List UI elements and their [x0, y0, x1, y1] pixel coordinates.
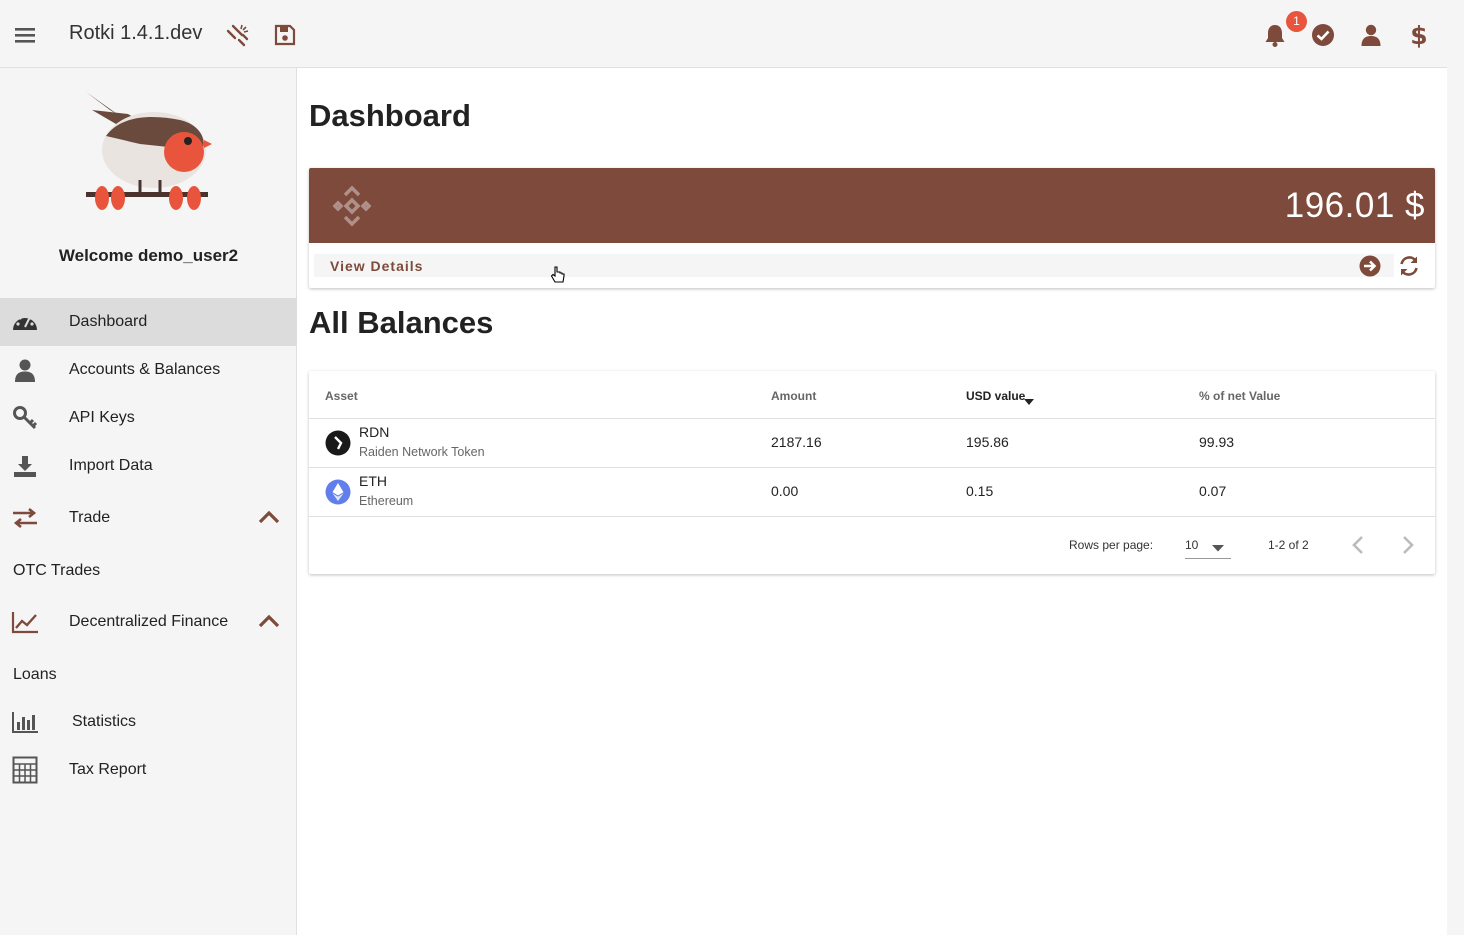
dollar-icon[interactable]: $ — [1404, 20, 1434, 50]
sidebar-item-accounts-balances[interactable]: Accounts & Balances — [0, 346, 297, 394]
sidebar-item-label: Decentralized Finance — [69, 613, 229, 630]
user-icon — [11, 356, 39, 384]
calculator-icon — [11, 756, 39, 784]
sidebar-item-api-keys[interactable]: API Keys — [0, 394, 297, 442]
sidebar-item-label: Accounts & Balances — [69, 361, 221, 378]
sidebar-item-otc-trades[interactable]: OTC Trades — [13, 562, 100, 580]
download-icon — [11, 452, 39, 480]
rows-per-page-value: 10 — [1185, 538, 1199, 552]
sidebar-item-loans[interactable]: Loans — [13, 666, 57, 684]
asset-amount: 0.00 — [771, 483, 799, 499]
disconnected-icon[interactable] — [222, 20, 252, 50]
rows-per-page-label: Rows per page: — [1069, 538, 1154, 552]
sidebar: Welcome demo_user2 Dashboard Accounts & … — [0, 68, 297, 935]
previous-page-icon[interactable] — [1347, 533, 1371, 562]
app-title: Rotki 1.4.1.dev — [69, 22, 203, 44]
asset-symbol: ETH — [359, 473, 387, 489]
exchange-icon — [11, 504, 39, 532]
refresh-icon[interactable] — [1397, 254, 1421, 283]
card-header: 196.01 $ — [309, 168, 1435, 243]
sidebar-item-label: Dashboard — [69, 313, 148, 330]
column-header-asset[interactable]: Asset — [325, 389, 358, 403]
table-row: RDN Raiden Network Token 2187.16 195.86 … — [309, 418, 1435, 466]
chevron-up-icon[interactable] — [256, 505, 282, 531]
card-actions: View Details — [314, 254, 1394, 277]
hand-cursor-icon — [550, 266, 566, 289]
sidebar-item-trade[interactable]: Trade — [0, 494, 297, 542]
line-chart-icon — [11, 608, 39, 636]
sidebar-item-tax-report[interactable]: Tax Report — [0, 746, 297, 794]
sidebar-item-label: Trade — [69, 509, 111, 526]
sidebar-item-dashboard[interactable]: Dashboard — [0, 298, 297, 346]
balances-table: Asset Amount USD value % of net Value RD… — [309, 371, 1435, 574]
user-icon[interactable] — [1356, 20, 1386, 50]
asset-usd-value: 0.15 — [966, 483, 994, 499]
rdn-icon — [325, 430, 351, 461]
dropdown-arrow-icon — [1211, 540, 1225, 558]
check-circle-icon[interactable] — [1308, 20, 1338, 50]
view-details-button[interactable]: View Details — [330, 258, 423, 274]
sidebar-item-label: Statistics — [72, 713, 137, 730]
exchange-balance-card: 196.01 $ View Details — [309, 168, 1435, 288]
asset-usd-value: 195.86 — [966, 434, 1009, 450]
table-pagination: Rows per page: 10 1-2 of 2 — [309, 516, 1435, 574]
eth-icon — [325, 479, 351, 510]
window-edge — [1447, 0, 1464, 935]
sidebar-item-decentralized-finance[interactable]: Decentralized Finance — [0, 598, 297, 646]
key-icon — [11, 404, 39, 432]
asset-name: Raiden Network Token — [359, 445, 485, 459]
balances-title: All Balances — [309, 305, 494, 340]
asset-name: Ethereum — [359, 494, 414, 508]
rotki-logo — [80, 88, 214, 218]
asset-amount: 2187.16 — [771, 434, 822, 450]
main-content: Dashboard 196.01 $ View Details All Bala… — [297, 68, 1447, 935]
page-title: Dashboard — [309, 98, 471, 133]
sidebar-item-import-data[interactable]: Import Data — [0, 442, 297, 490]
binance-icon — [329, 183, 375, 234]
asset-symbol: RDN — [359, 424, 390, 440]
notification-badge: 1 — [1286, 11, 1307, 32]
dashboard-icon — [11, 308, 39, 336]
next-page-icon[interactable] — [1395, 533, 1419, 562]
chevron-up-icon[interactable] — [256, 609, 282, 635]
sort-down-icon[interactable] — [1023, 394, 1035, 412]
exchange-total: 196.01 $ — [1284, 186, 1425, 225]
column-header-percent-net-value[interactable]: % of net Value — [1199, 389, 1280, 403]
table-row: ETH Ethereum 0.00 0.15 0.07 — [309, 467, 1435, 515]
sidebar-item-label: Import Data — [69, 457, 153, 474]
bar-chart-icon — [11, 708, 39, 736]
rows-per-page-select[interactable]: 10 — [1185, 531, 1231, 559]
sidebar-item-label: Tax Report — [69, 761, 147, 778]
asset-percent: 0.07 — [1199, 483, 1227, 499]
column-header-usd-value[interactable]: USD value — [966, 389, 1025, 403]
column-header-amount[interactable]: Amount — [771, 389, 816, 403]
save-icon[interactable] — [270, 20, 300, 50]
menu-icon[interactable] — [11, 21, 39, 49]
svg-text:$: $ — [1410, 21, 1427, 49]
pagination-range: 1-2 of 2 — [1268, 538, 1309, 552]
welcome-message: Welcome demo_user2 — [58, 246, 239, 265]
asset-percent: 99.93 — [1199, 434, 1235, 450]
sidebar-item-statistics[interactable]: Statistics — [0, 698, 297, 746]
app-bar: Rotki 1.4.1.dev 1 $ — [0, 0, 1447, 68]
sidebar-item-label: API Keys — [69, 409, 135, 426]
arrow-right-circle-icon[interactable] — [1358, 254, 1382, 283]
